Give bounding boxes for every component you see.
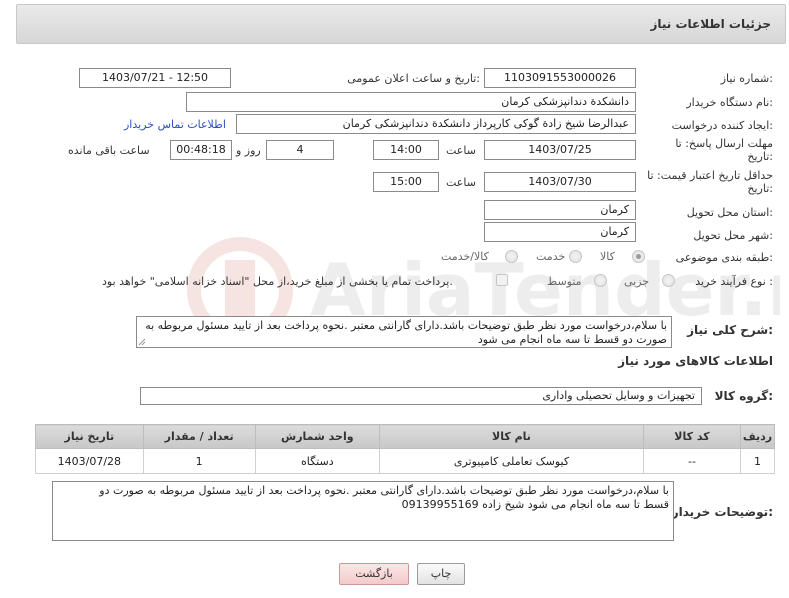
goods-group-field: تجهیزات و وسایل تحصیلی واداری (140, 387, 702, 405)
announce-datetime-field: 1403/07/21 - 12:50 (79, 68, 231, 88)
province-label: استان محل تحویل: (686, 206, 773, 219)
table-row: 1 -- کیوسک تعاملی کامپیوتری دستگاه 1 140… (35, 448, 775, 474)
cell-row: 1 (740, 448, 775, 474)
category-radio-goods-service[interactable] (505, 250, 518, 263)
col-date: تاریخ نیاز (35, 424, 144, 449)
goods-table: ردیف کد کالا نام کالا واحد شمارش تعداد /… (35, 424, 775, 474)
price-validity-label: حداقل تاریخ اعتبار قیمت: تا (647, 169, 773, 182)
remaining-time: 00:48:18 (170, 140, 232, 160)
reply-deadline-date: 1403/07/25 (484, 140, 636, 160)
goods-group-label: گروه کالا: (714, 389, 773, 403)
category-option-goods-service: کالا/خدمت (441, 250, 489, 263)
remaining-days: 4 (266, 140, 334, 160)
purchase-radio-minor[interactable] (662, 274, 675, 287)
category-radio-goods[interactable] (632, 250, 645, 263)
buyer-notes-line-1: با سلام،درخواست مورد نظر طبق توضیحات باش… (99, 484, 669, 497)
creator-field: عبدالرضا شیخ زادة گوکی کارپرداز دانشکدة … (236, 114, 636, 134)
category-radio-service[interactable] (569, 250, 582, 263)
days-label: روز و (236, 144, 261, 157)
need-number-label: شماره نیاز: (720, 72, 773, 85)
category-label: طبقه بندی موضوعی: (675, 251, 773, 264)
col-code: کد کالا (642, 424, 742, 449)
general-desc-textarea: با سلام،درخواست مورد نظر طبق توضیحات باش… (136, 316, 672, 348)
buyer-contact-link[interactable]: اطلاعات تماس خریدار (124, 118, 226, 131)
treasury-checkbox[interactable] (496, 274, 508, 286)
print-button[interactable]: چاپ (417, 563, 465, 585)
buyer-org-label: نام دستگاه خریدار: (686, 96, 773, 109)
general-desc-label: شرح کلی نیاز: (687, 323, 773, 337)
col-unit: واحد شمارش (254, 424, 381, 449)
price-validity-date: 1403/07/30 (484, 172, 636, 192)
buyer-notes-label: توضیحات خریدار: (671, 505, 773, 519)
cell-code: -- (642, 448, 742, 474)
need-number-field: 1103091553000026 (484, 68, 636, 88)
cell-qty: 1 (142, 448, 256, 474)
province-field: کرمان (484, 200, 636, 220)
price-validity-time: 15:00 (373, 172, 439, 192)
back-button[interactable]: بازگشت (339, 563, 409, 585)
resize-grip-icon[interactable] (138, 338, 146, 346)
col-row: ردیف (740, 424, 775, 449)
price-time-label: ساعت (446, 176, 476, 189)
header-panel: جزئیات اطلاعات نیاز (16, 4, 786, 44)
treasury-note: پرداخت تمام یا بخشی از مبلغ خرید،از محل … (102, 275, 453, 288)
purchase-radio-medium[interactable] (594, 274, 607, 287)
cell-name: کیوسک تعاملی کامپیوتری (379, 448, 644, 474)
col-qty: تعداد / مقدار (142, 424, 256, 449)
announce-datetime-label: تاریخ و ساعت اعلان عمومی: (347, 72, 480, 85)
purchase-option-medium: متوسط (547, 275, 582, 288)
reply-time-label: ساعت (446, 144, 476, 157)
creator-label: ایجاد کننده درخواست: (671, 119, 773, 132)
purchase-type-label: نوع فرآیند خرید : (695, 275, 773, 288)
goods-section-title: اطلاعات کالاهای مورد نیاز (618, 354, 773, 368)
goods-table-header: ردیف کد کالا نام کالا واحد شمارش تعداد /… (35, 424, 775, 449)
reply-deadline-label-2: تاریخ: (747, 150, 773, 163)
page-title: جزئیات اطلاعات نیاز (650, 17, 771, 31)
price-validity-label-2: تاریخ: (747, 182, 773, 195)
category-option-goods: کالا (600, 250, 615, 263)
buyer-notes-textarea: با سلام،درخواست مورد نظر طبق توضیحات باش… (52, 481, 674, 541)
reply-deadline-time: 14:00 (373, 140, 439, 160)
col-name: نام کالا (379, 424, 644, 449)
cell-date: 1403/07/28 (35, 448, 144, 474)
reply-deadline-label: مهلت ارسال پاسخ: تا (675, 137, 773, 150)
category-option-service: خدمت (536, 250, 566, 263)
city-label: شهر محل تحویل: (693, 229, 773, 242)
city-field: کرمان (484, 222, 636, 242)
cell-unit: دستگاه (254, 448, 381, 474)
remaining-label: ساعت باقی مانده (68, 144, 150, 157)
buyer-org-field: دانشکدة دندانپزشکی کرمان (186, 92, 636, 112)
buyer-notes-line-2: قسط تا سه ماه انجام می شود شیخ زاده 0913… (401, 498, 669, 511)
purchase-option-minor: جزیی (624, 275, 650, 288)
